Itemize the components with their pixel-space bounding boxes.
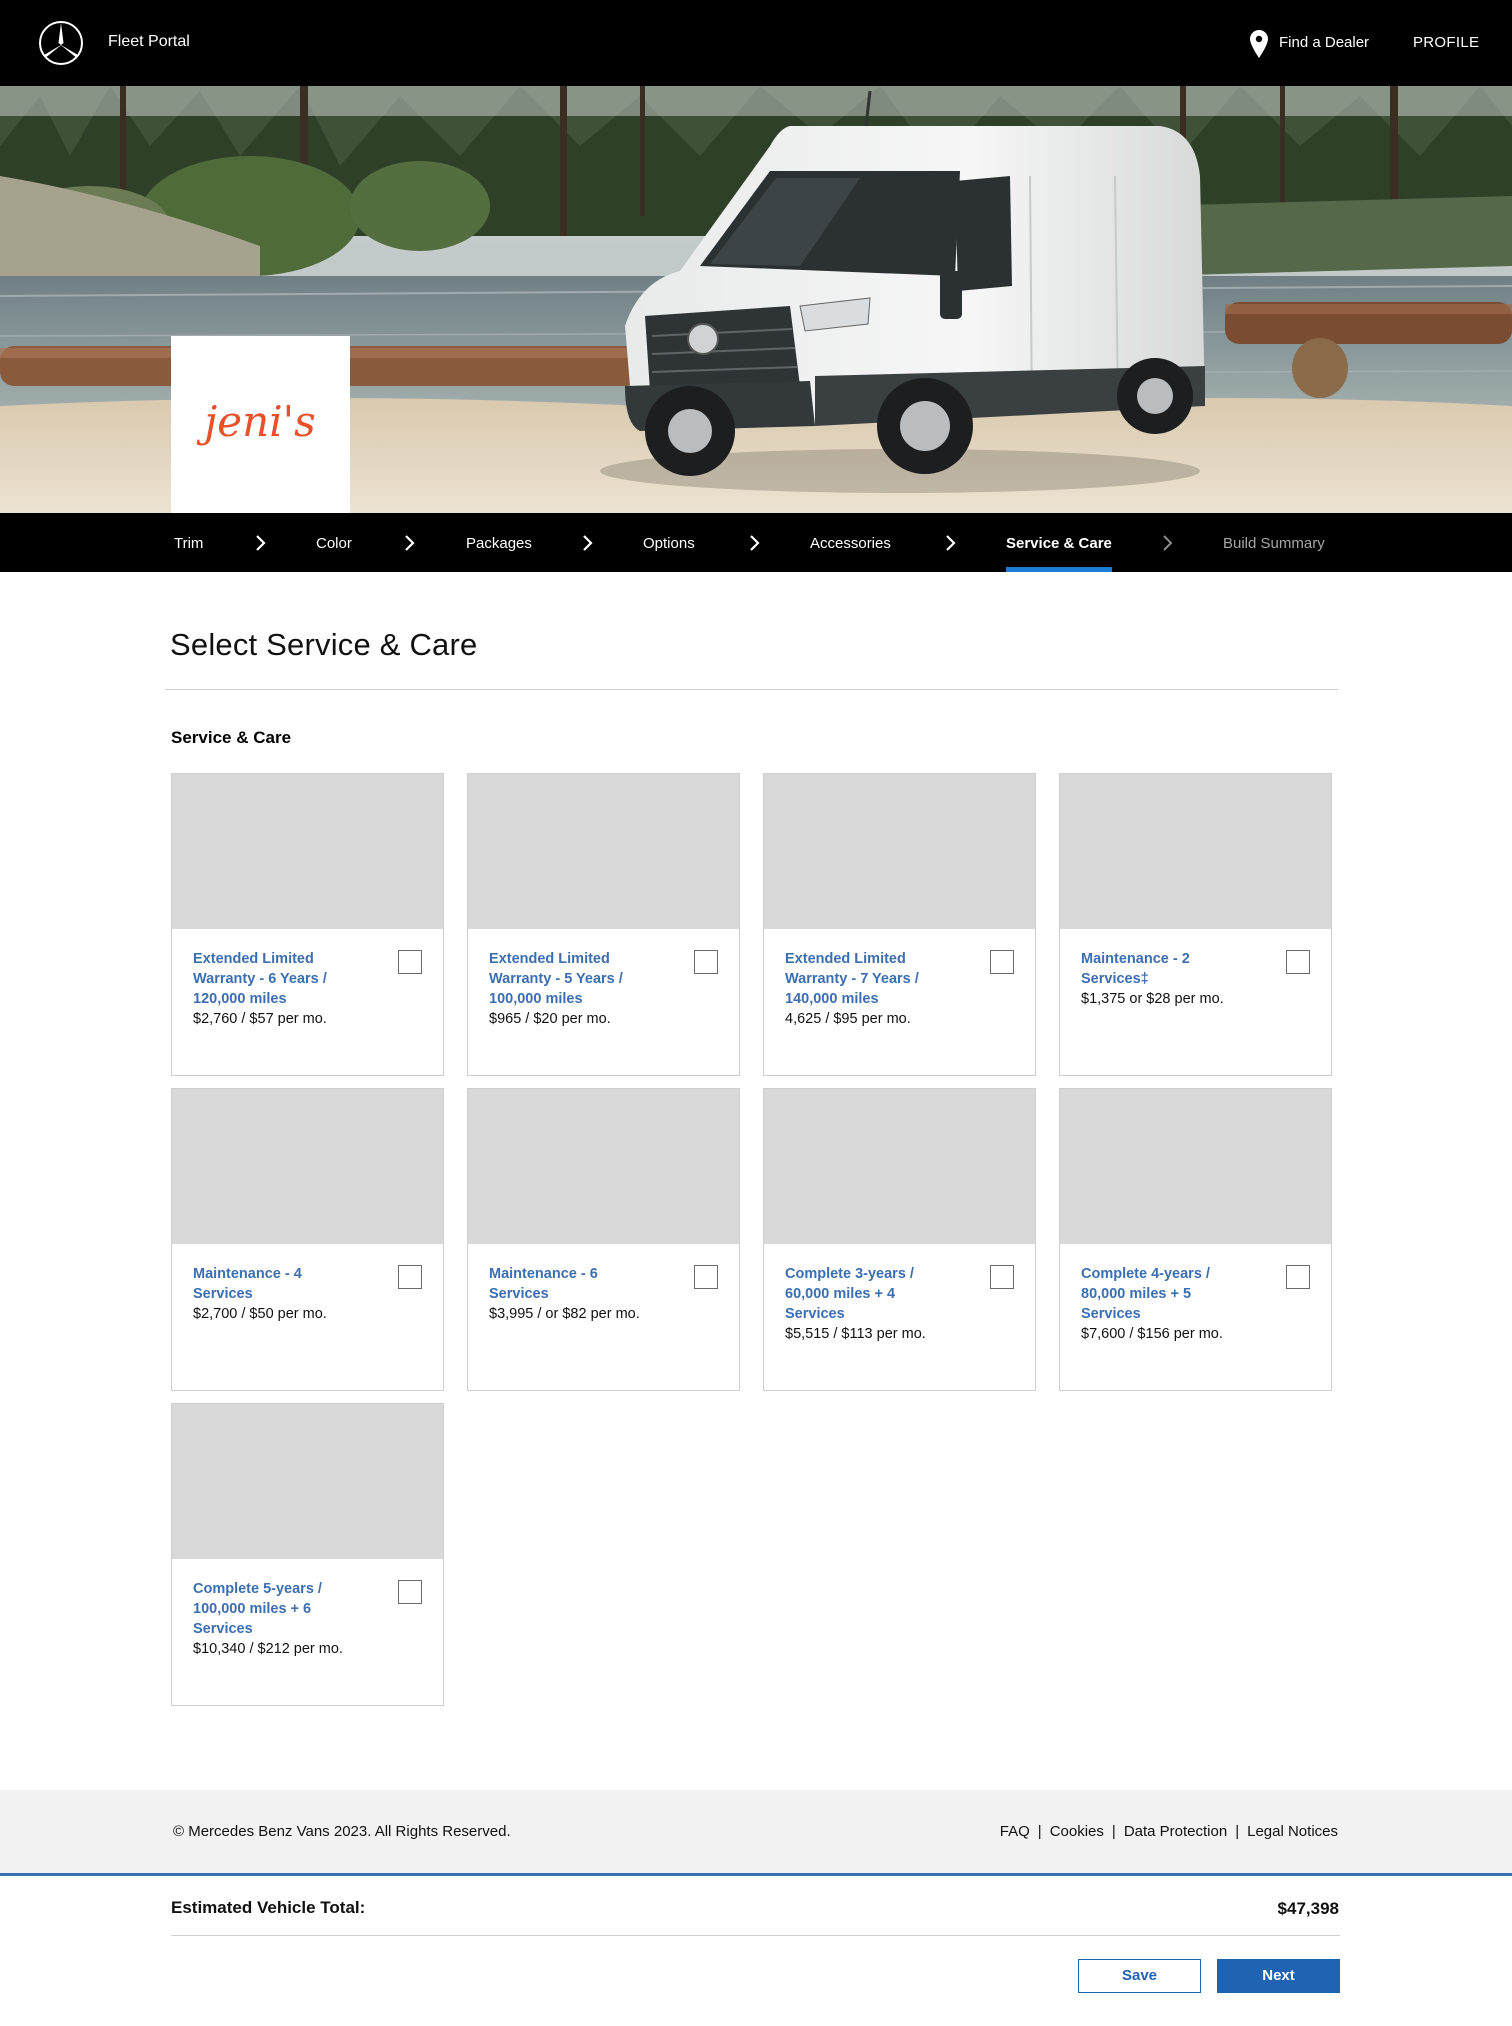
- service-card[interactable]: Maintenance - 4 Services $2,700 / $50 pe…: [171, 1088, 444, 1391]
- card-image-placeholder: [764, 1089, 1035, 1244]
- card-image-placeholder: [172, 1089, 443, 1244]
- step-packages[interactable]: Packages: [466, 535, 532, 552]
- card-title: Complete 4-years / 80,000 miles + 5 Serv…: [1081, 1266, 1210, 1322]
- footer-links: FAQ | Cookies | Data Protection | Legal Notice…: [1000, 1823, 1338, 1840]
- card-price: $2,760 / $57 per mo.: [193, 1011, 327, 1027]
- separator: |: [1037, 1823, 1042, 1840]
- card-image-placeholder: [172, 774, 443, 929]
- card-price: $5,515 / $113 per mo.: [785, 1326, 926, 1342]
- card-price: $10,340 / $212 per mo.: [193, 1641, 343, 1657]
- page-title: Select Service & Care: [170, 627, 478, 662]
- card-title: Extended Limited Warranty - 6 Years / 12…: [193, 951, 327, 1007]
- section-label: Service & Care: [171, 728, 292, 747]
- find-dealer-link[interactable]: Find a Dealer: [1279, 34, 1369, 51]
- footer-link-faq[interactable]: FAQ: [1000, 1823, 1030, 1840]
- dealer-logo: jeni's: [171, 336, 350, 513]
- copyright-text: © Mercedes Benz Vans 2023. All Rights Re…: [173, 1823, 511, 1840]
- brand-label[interactable]: Fleet Portal: [108, 33, 190, 51]
- card-title: Extended Limited Warranty - 7 Years / 14…: [785, 951, 919, 1007]
- card-title: Maintenance - 2 Services‡: [1081, 951, 1190, 987]
- next-button[interactable]: Next: [1217, 1959, 1340, 1993]
- select-checkbox[interactable]: [398, 950, 422, 974]
- select-checkbox[interactable]: [990, 950, 1014, 974]
- card-price: $7,600 / $156 per mo.: [1081, 1326, 1223, 1342]
- select-checkbox[interactable]: [990, 1265, 1014, 1289]
- separator: |: [1111, 1823, 1116, 1840]
- card-image-placeholder: [1060, 774, 1331, 929]
- card-image-placeholder: [764, 774, 1035, 929]
- chevron-right-icon: [583, 535, 593, 551]
- card-price: $965 / $20 per mo.: [489, 1011, 611, 1027]
- chevron-right-icon: [1163, 535, 1173, 551]
- svg-text:jeni's: jeni's: [196, 397, 315, 446]
- chevron-right-icon: [405, 535, 415, 551]
- step-trim[interactable]: Trim: [174, 535, 203, 552]
- select-checkbox[interactable]: [1286, 950, 1310, 974]
- divider: [165, 689, 1338, 690]
- select-checkbox[interactable]: [1286, 1265, 1310, 1289]
- step-build-summary[interactable]: Build Summary: [1223, 535, 1325, 552]
- card-image-placeholder: [468, 1089, 739, 1244]
- active-step-indicator: [1006, 567, 1112, 572]
- total-value: $47,398: [1277, 1899, 1339, 1918]
- service-card[interactable]: Complete 5-years / 100,000 miles + 6 Ser…: [171, 1403, 444, 1706]
- card-image-placeholder: [172, 1404, 443, 1559]
- hero-banner: jeni's: [0, 86, 1512, 513]
- card-title: Complete 3-years / 60,000 miles + 4 Serv…: [785, 1266, 914, 1322]
- service-card[interactable]: Extended Limited Warranty - 5 Years / 10…: [467, 773, 740, 1076]
- three-pointed-star-icon[interactable]: [38, 20, 84, 66]
- save-button[interactable]: Save: [1078, 1959, 1201, 1993]
- card-title: Maintenance - 6 Services: [489, 1266, 598, 1302]
- select-checkbox[interactable]: [398, 1580, 422, 1604]
- card-title: Complete 5-years / 100,000 miles + 6 Ser…: [193, 1581, 322, 1637]
- separator: |: [1235, 1823, 1240, 1840]
- select-checkbox[interactable]: [694, 950, 718, 974]
- card-title: Maintenance - 4 Services: [193, 1266, 302, 1302]
- profile-link[interactable]: PROFILE: [1413, 34, 1479, 51]
- card-price: $1,375 or $28 per mo.: [1081, 991, 1224, 1007]
- footer-link-data-protection[interactable]: Data Protection: [1124, 1823, 1227, 1840]
- chevron-right-icon: [256, 535, 266, 551]
- divider: [171, 1935, 1340, 1936]
- card-title: Extended Limited Warranty - 5 Years / 10…: [489, 951, 623, 1007]
- service-card[interactable]: Maintenance - 2 Services‡ $1,375 or $28 …: [1059, 773, 1332, 1076]
- site-footer: © Mercedes Benz Vans 2023. All Rights Re…: [0, 1790, 1512, 1875]
- jenis-logo: jeni's: [196, 397, 315, 446]
- footer-link-legal-notices[interactable]: Legal Notices: [1247, 1823, 1338, 1840]
- service-card[interactable]: Complete 3-years / 60,000 miles + 4 Serv…: [763, 1088, 1036, 1391]
- select-checkbox[interactable]: [398, 1265, 422, 1289]
- step-accessories[interactable]: Accessories: [810, 535, 891, 552]
- step-options[interactable]: Options: [643, 535, 695, 552]
- card-price: $3,995 / or $82 per mo.: [489, 1306, 640, 1322]
- top-header: Fleet Portal Find a Dealer PROFILE: [0, 0, 1512, 86]
- service-card[interactable]: Extended Limited Warranty - 7 Years / 14…: [763, 773, 1036, 1076]
- step-service-care[interactable]: Service & Care: [1006, 535, 1112, 552]
- service-card[interactable]: Maintenance - 6 Services $3,995 / or $82…: [467, 1088, 740, 1391]
- total-label: Estimated Vehicle Total:: [171, 1898, 366, 1917]
- card-price: $2,700 / $50 per mo.: [193, 1306, 327, 1322]
- card-image-placeholder: [1060, 1089, 1331, 1244]
- service-card[interactable]: Extended Limited Warranty - 6 Years / 12…: [171, 773, 444, 1076]
- step-color[interactable]: Color: [316, 535, 352, 552]
- card-price: 4,625 / $95 per mo.: [785, 1011, 911, 1027]
- card-image-placeholder: [468, 774, 739, 929]
- select-checkbox[interactable]: [694, 1265, 718, 1289]
- footer-divider: [0, 1873, 1512, 1876]
- map-pin-icon[interactable]: [1250, 30, 1268, 58]
- chevron-right-icon: [946, 535, 956, 551]
- chevron-right-icon: [750, 535, 760, 551]
- service-card[interactable]: Complete 4-years / 80,000 miles + 5 Serv…: [1059, 1088, 1332, 1391]
- footer-link-cookies[interactable]: Cookies: [1050, 1823, 1104, 1840]
